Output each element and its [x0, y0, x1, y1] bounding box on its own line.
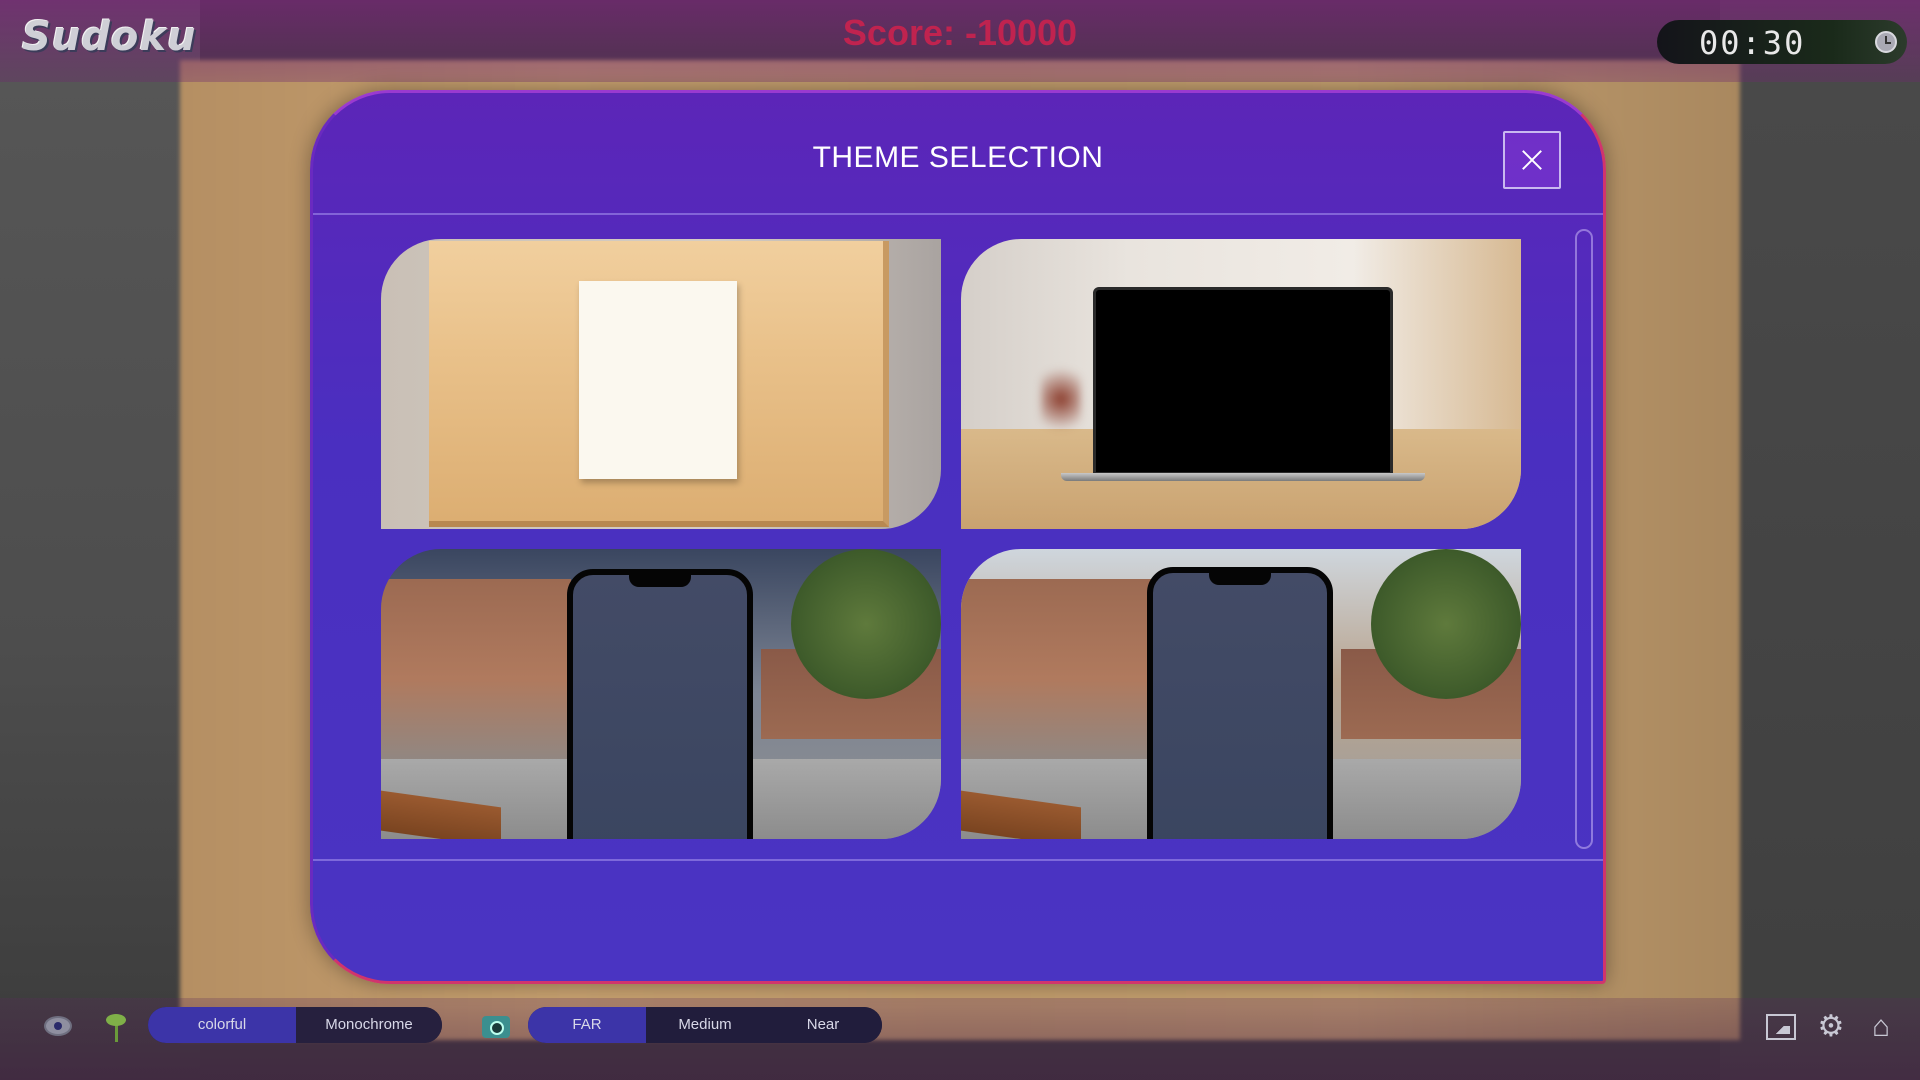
picture-icon[interactable] [1766, 1014, 1796, 1040]
option-far[interactable]: FAR [528, 1007, 646, 1043]
timer-text: 00:30 [1699, 24, 1806, 62]
school-building [961, 579, 1151, 779]
wall-left [0, 0, 200, 1080]
theme-card-phone-day[interactable] [961, 549, 1521, 839]
modal-title: THEME SELECTION [812, 141, 1104, 174]
timer: 00:30 [1657, 20, 1907, 64]
option-colorful[interactable]: colorful [148, 1007, 296, 1043]
theme-card-laptop[interactable] [961, 239, 1521, 529]
school-building [381, 579, 571, 779]
score-display: Score: -10000 [842, 12, 1078, 53]
theme-card-wooden-board[interactable] [381, 239, 941, 529]
laptop-base [1061, 473, 1425, 481]
camera-distance-toggle: FAR Medium Near [528, 1007, 882, 1043]
home-icon[interactable]: ⌂ [1866, 1012, 1896, 1042]
gear-icon[interactable]: ⚙ [1816, 1012, 1846, 1042]
eye-icon[interactable] [44, 1016, 72, 1036]
close-button[interactable] [1503, 131, 1561, 189]
camera-icon[interactable] [482, 1016, 510, 1038]
clock-icon [1875, 31, 1897, 53]
top-bar: Sudoku Score: -10000 00:30 [0, 0, 1920, 82]
theme-card-phone-night[interactable] [381, 549, 941, 839]
option-near[interactable]: Near [764, 1007, 882, 1043]
theme-selection-modal: THEME SELECTION [310, 90, 1606, 984]
paper-sheet [579, 281, 737, 479]
laptop-screen [1093, 287, 1393, 475]
phone-device [567, 569, 753, 839]
plant-icon[interactable] [104, 1012, 128, 1042]
tree [791, 549, 941, 699]
color-mode-toggle: colorful Monochrome [148, 1007, 442, 1043]
scrollbar[interactable] [1575, 229, 1593, 849]
tree [1371, 549, 1521, 699]
divider [313, 859, 1603, 861]
option-monochrome[interactable]: Monochrome [296, 1007, 442, 1043]
option-medium[interactable]: Medium [646, 1007, 764, 1043]
decor-plant [1041, 359, 1081, 439]
wall-right [1720, 0, 1920, 1080]
divider [313, 213, 1603, 215]
phone-device [1147, 567, 1333, 839]
